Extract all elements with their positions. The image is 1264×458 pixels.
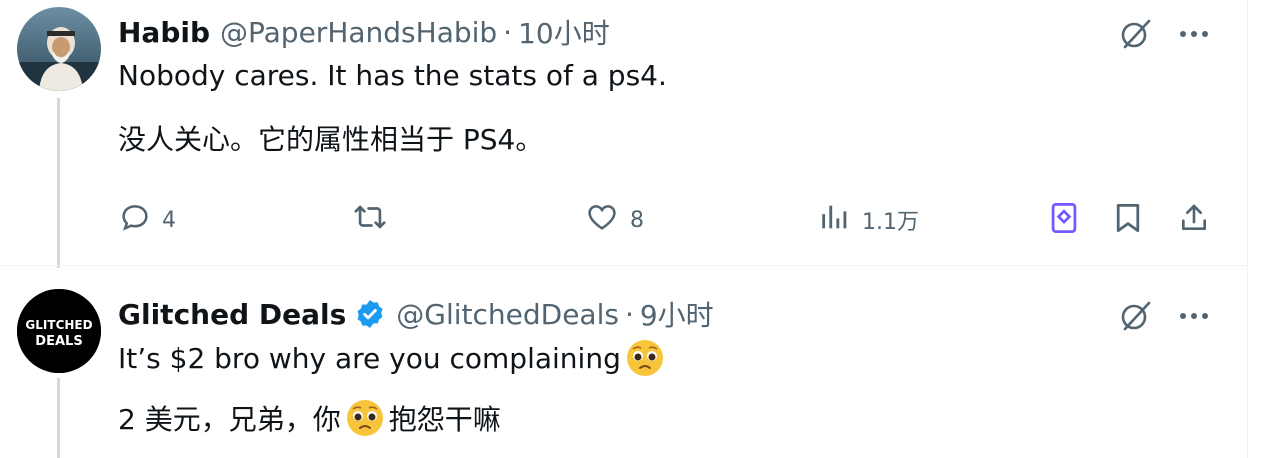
pleading-face-emoji	[345, 398, 385, 438]
avatar-text-line1: GLITCHED	[25, 318, 92, 332]
heart-icon	[584, 200, 620, 240]
thread-line	[57, 98, 60, 268]
share-icon[interactable]	[1176, 200, 1212, 236]
tweet-text: Nobody cares. It has the stats of a ps4.	[118, 59, 667, 92]
tweet-text: It’s $2 bro why are you complaining	[118, 338, 669, 378]
more-icon[interactable]	[1174, 16, 1214, 52]
bookmark-icon[interactable]	[1110, 200, 1146, 236]
thread-line	[57, 378, 60, 458]
views-count: 1.1万	[862, 210, 919, 235]
timestamp[interactable]: 10小时	[518, 12, 610, 52]
views-icon	[818, 200, 852, 240]
avatar-text-line2: DEALS	[35, 334, 82, 349]
timestamp[interactable]: 9小时	[640, 294, 714, 334]
user-handle[interactable]: @PaperHandsHabib	[220, 16, 497, 49]
tweet-translation: 2 美元，兄弟，你 抱怨干嘛	[118, 398, 501, 438]
tweet-divider	[0, 265, 1247, 266]
verified-badge-icon	[354, 298, 386, 330]
avatar[interactable]	[17, 7, 101, 91]
premium-bookmark-icon[interactable]	[1046, 200, 1082, 236]
tweet-text-content: It’s $2 bro why are you complaining	[118, 341, 621, 375]
translation-part1: 2 美元，兄弟，你	[118, 403, 341, 436]
translation-part2: 抱怨干嘛	[388, 403, 501, 436]
tweet-header: Glitched Deals @GlitchedDeals · 9小时	[118, 294, 714, 334]
grok-icon[interactable]	[1116, 296, 1156, 336]
retweet-icon	[350, 200, 390, 240]
separator-dot: ·	[624, 297, 634, 331]
timeline-border	[1247, 0, 1248, 458]
user-handle[interactable]: @GlitchedDeals	[396, 298, 619, 331]
grok-icon[interactable]	[1116, 14, 1156, 54]
display-name[interactable]: Glitched Deals	[118, 298, 346, 331]
reply-count: 4	[162, 207, 176, 233]
tweet-header: Habib @PaperHandsHabib · 10小时	[118, 12, 610, 52]
like-button[interactable]: 8	[584, 200, 644, 240]
display-name[interactable]: Habib	[118, 16, 210, 49]
views-button[interactable]: 1.1万	[818, 200, 919, 240]
retweet-button[interactable]	[350, 200, 390, 240]
pleading-face-emoji	[625, 338, 665, 378]
like-count: 8	[630, 207, 644, 233]
avatar[interactable]: GLITCHED DEALS	[17, 289, 101, 373]
separator-dot: ·	[503, 15, 513, 49]
reply-icon	[118, 200, 152, 240]
reply-button[interactable]: 4	[118, 200, 176, 240]
tweet-translation: 没人关心。它的属性相当于 PS4。	[118, 123, 544, 156]
more-icon[interactable]	[1174, 298, 1214, 334]
